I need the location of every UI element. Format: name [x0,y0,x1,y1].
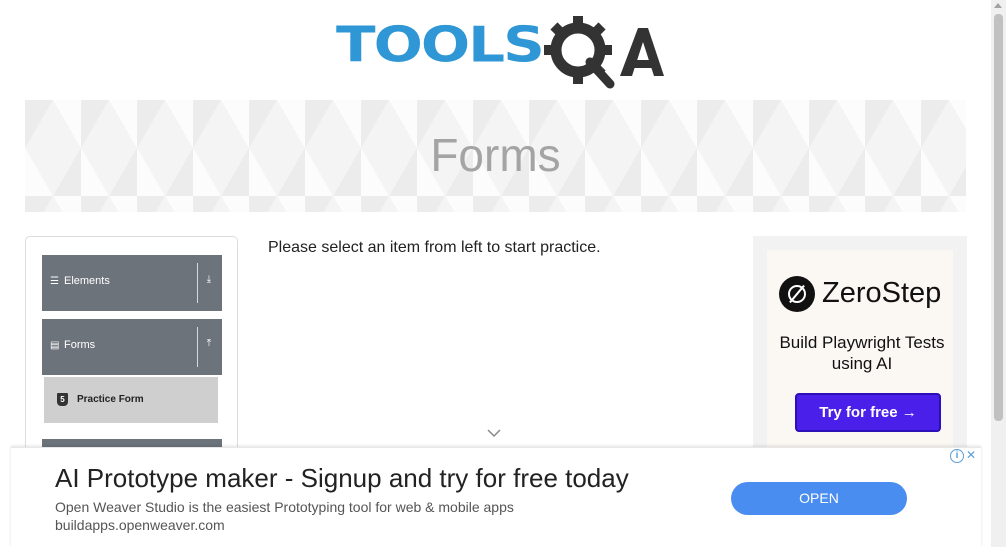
side-ad-tagline: Build Playwright Tests using AI [779,333,945,373]
upload-arrow-icon[interactable]: ⤒ [203,338,215,349]
html5-icon: 5 [57,393,68,406]
adchoices[interactable]: i ✕ [949,448,981,464]
logo-text: TOOLS [336,15,545,74]
page-title: Forms [430,129,561,181]
bottom-ad-title[interactable]: AI Prototype maker - Signup and try for … [55,463,629,494]
sidebar-item-practice-form[interactable]: 5 Practice Form [44,377,218,423]
hamburger-icon: ☰ [50,276,59,287]
sidebar-group-label: Forms [64,339,96,351]
try-for-free-button[interactable]: Try for free → [795,393,941,432]
logo-qa-mark [544,16,664,89]
vertical-scrollbar[interactable] [991,0,1006,547]
bottom-ad[interactable]: AI Prototype maker - Signup and try for … [11,447,981,547]
instruction-text: Please select an item from left to start… [268,239,601,256]
close-icon[interactable]: ✕ [966,448,976,462]
side-ad-card: ZeroStep Build Playwright Tests using AI… [767,250,953,466]
sidebar-group-forms[interactable]: ▤ Forms ⤒ [42,319,222,375]
divider [197,327,198,367]
side-ad[interactable]: ZeroStep Build Playwright Tests using AI… [753,236,967,466]
scroll-up-arrow-icon[interactable] [994,3,1002,8]
info-icon[interactable]: i [950,449,964,463]
page-banner: Forms [25,100,966,212]
page: TOOLS Forms ☰ Elements ⤓ ▤ Forms ⤒ 5 Pra… [0,0,1006,547]
sidebar-group-label: Elements [64,275,110,287]
document-icon: ▤ [50,340,60,351]
sidebar-group-elements[interactable]: ☰ Elements ⤓ [42,255,222,311]
side-ad-brand: ZeroStep [822,277,942,309]
bottom-ad-description: Open Weaver Studio is the easiest Protot… [55,499,514,515]
sidebar: ☰ Elements ⤓ ▤ Forms ⤒ 5 Practice Form [25,236,238,466]
sidebar-item-label: Practice Form [77,394,144,405]
scrollbar-thumb[interactable] [994,14,1003,421]
toolsqa-logo[interactable]: TOOLS [336,14,664,90]
divider [197,263,198,303]
open-button[interactable]: OPEN [731,482,907,515]
download-arrow-icon[interactable]: ⤓ [203,274,215,285]
zerostep-logo-icon [779,276,815,312]
chevron-down-icon [487,429,501,438]
bottom-ad-url[interactable]: buildapps.openweaver.com [55,517,225,533]
